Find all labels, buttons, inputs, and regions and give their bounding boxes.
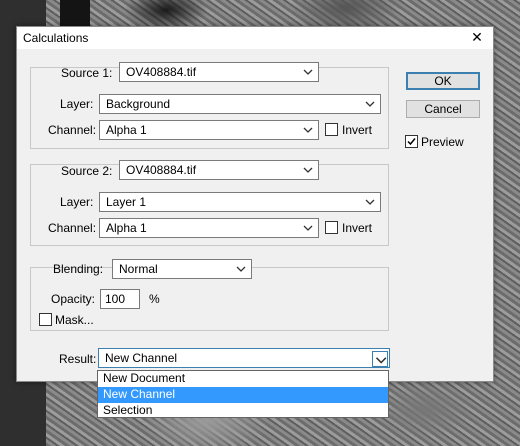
source1-channel-label: Channel: <box>48 123 97 137</box>
chevron-down-icon <box>372 351 388 367</box>
result-value: New Channel <box>105 351 178 365</box>
chevron-down-icon <box>365 199 375 205</box>
source2-layer-select[interactable]: Layer 1 <box>99 192 381 212</box>
source1-layer-select[interactable]: Background <box>99 94 381 114</box>
chevron-down-icon <box>303 167 313 173</box>
mask-checkbox[interactable] <box>39 313 52 326</box>
result-option-new-channel[interactable]: New Channel <box>98 387 388 403</box>
source2-invert-checkbox[interactable] <box>325 221 338 234</box>
close-icon[interactable]: ✕ <box>469 29 485 45</box>
result-select[interactable]: New Channel <box>98 348 390 368</box>
result-dropdown-list: New Document New Channel Selection <box>97 370 389 418</box>
source2-file-value: OV408884.tif <box>126 163 197 177</box>
blending-mode-value: Normal <box>119 262 158 276</box>
chevron-down-icon <box>303 69 313 75</box>
opacity-label: Opacity: <box>51 292 96 306</box>
chevron-down-icon <box>365 101 375 107</box>
blending-mode-select[interactable]: Normal <box>112 259 252 279</box>
source2-channel-label: Channel: <box>48 221 97 235</box>
chevron-down-icon <box>303 127 313 133</box>
chevron-down-icon <box>236 266 246 272</box>
preview-checkbox[interactable] <box>405 135 418 148</box>
result-option-selection[interactable]: Selection <box>98 403 388 419</box>
source1-file-select[interactable]: OV408884.tif <box>119 62 319 82</box>
source1-invert-label[interactable]: Invert <box>342 123 372 137</box>
calculations-dialog: Calculations ✕ Source 1: OV408884.tif La… <box>16 26 494 382</box>
checkmark-icon <box>407 138 416 146</box>
source1-label: Source 1: <box>61 66 113 80</box>
result-label: Result: <box>59 352 97 366</box>
opacity-unit: % <box>149 292 160 306</box>
preview-label[interactable]: Preview <box>421 135 464 149</box>
source1-invert-checkbox[interactable] <box>325 123 338 136</box>
source2-layer-value: Layer 1 <box>106 195 147 209</box>
ok-button[interactable]: OK <box>406 72 480 90</box>
chevron-down-icon <box>303 225 313 231</box>
blending-label: Blending: <box>53 262 104 276</box>
source1-layer-value: Background <box>106 97 171 111</box>
source1-channel-value: Alpha 1 <box>106 123 147 137</box>
source2-channel-value: Alpha 1 <box>106 221 147 235</box>
result-option-new-document[interactable]: New Document <box>98 371 388 387</box>
source1-channel-select[interactable]: Alpha 1 <box>99 120 319 140</box>
source2-layer-label: Layer: <box>60 195 94 209</box>
source2-file-select[interactable]: OV408884.tif <box>119 160 319 180</box>
opacity-input[interactable]: 100 <box>100 289 140 309</box>
mask-label[interactable]: Mask... <box>55 313 94 327</box>
dialog-title: Calculations <box>23 31 89 45</box>
source2-invert-label[interactable]: Invert <box>342 221 372 235</box>
source2-channel-select[interactable]: Alpha 1 <box>99 218 319 238</box>
source1-layer-label: Layer: <box>60 97 94 111</box>
canvas-dark-region <box>60 0 90 26</box>
dialog-titlebar: Calculations ✕ <box>17 27 493 49</box>
source1-file-value: OV408884.tif <box>126 65 197 79</box>
opacity-value: 100 <box>105 292 126 306</box>
cancel-button[interactable]: Cancel <box>406 100 480 118</box>
source2-label: Source 2: <box>61 164 113 178</box>
